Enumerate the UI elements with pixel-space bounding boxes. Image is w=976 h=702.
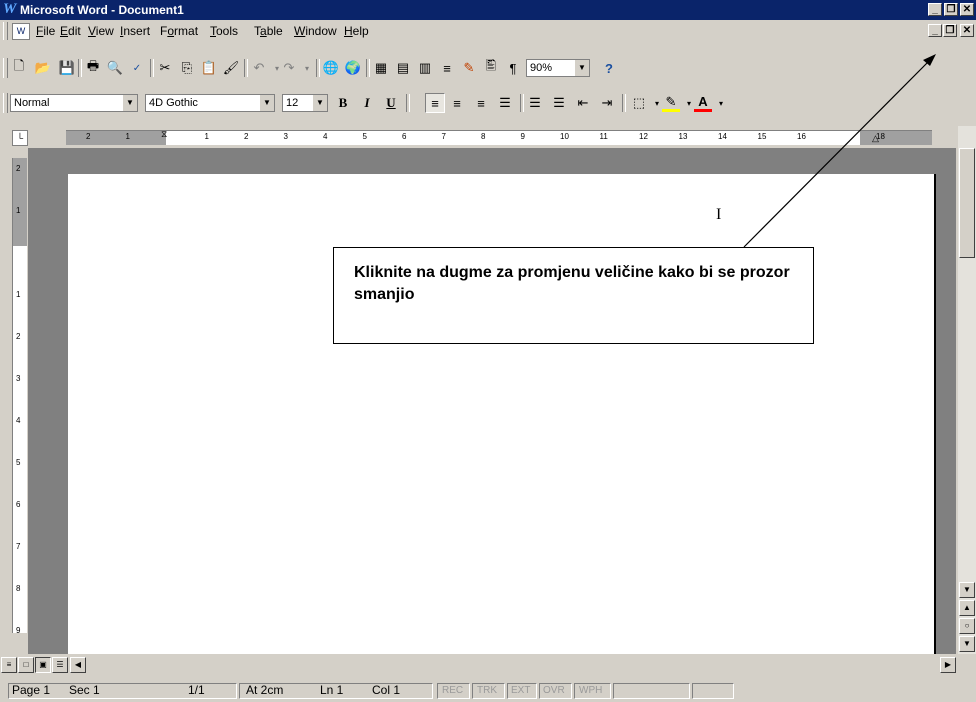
arrowhead-icon [923,54,936,66]
callout-arrow [743,54,936,248]
callout-text: Kliknite na dugme za promjenu veličine k… [354,264,790,303]
instruction-callout: Kliknite na dugme za promjenu veličine k… [333,247,814,344]
